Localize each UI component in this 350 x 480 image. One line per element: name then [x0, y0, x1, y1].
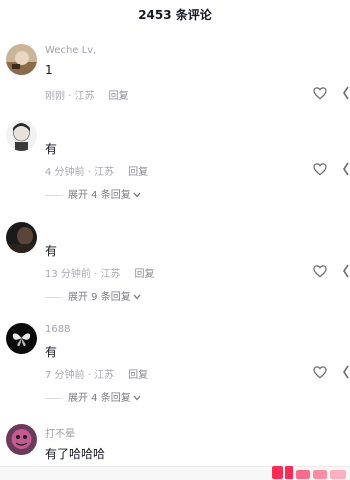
comment-text: 有	[45, 345, 58, 359]
heart-outline-icon[interactable]	[312, 364, 328, 380]
expand-replies-button[interactable]: 展开 4 条回复	[45, 186, 141, 201]
more-icon[interactable]	[342, 161, 350, 177]
comment-text: 有	[45, 244, 58, 258]
comment-time-location: 4 分钟前 · 江苏	[45, 167, 115, 178]
comment-meta: 4 分钟前 · 江苏 回复	[45, 163, 148, 178]
comment-username[interactable]: 打不晕	[45, 425, 75, 440]
chevron-down-icon	[133, 192, 141, 198]
comment-username[interactable]: Weche Lv,	[45, 45, 96, 56]
reply-button[interactable]: 回复	[134, 269, 154, 280]
more-icon[interactable]	[342, 364, 350, 380]
reply-button[interactable]: 回复	[128, 167, 148, 178]
avatar[interactable]	[6, 120, 37, 151]
chevron-down-icon	[133, 294, 141, 300]
expand-divider	[45, 397, 63, 399]
heart-outline-icon[interactable]	[312, 263, 328, 279]
avatar[interactable]	[6, 222, 37, 253]
avatar[interactable]	[6, 424, 37, 455]
comment-meta: 13 分钟前 · 江苏 回复	[45, 265, 154, 280]
more-icon[interactable]	[342, 263, 350, 279]
chevron-down-icon	[133, 395, 141, 401]
comment-time-location: 13 分钟前 · 江苏	[45, 269, 121, 280]
expand-replies-label: 展开 9 条回复	[68, 292, 131, 303]
comment-text: 有了哈哈哈	[45, 447, 106, 461]
comments-count-title: 2453 条评论	[138, 8, 212, 22]
comment-time-location: 7 分钟前 · 江苏	[45, 370, 115, 381]
expand-divider	[45, 194, 63, 196]
expand-replies-label: 展开 4 条回复	[68, 393, 131, 404]
watermark-logo	[272, 466, 346, 479]
avatar[interactable]	[6, 44, 37, 75]
avatar[interactable]	[6, 323, 37, 354]
expand-replies-label: 展开 4 条回复	[68, 190, 131, 201]
comments-panel: 2453 条评论 Weche Lv, 1 刚刚 · 江苏 回复 有 4 分钟前 …	[0, 0, 350, 480]
comment-time-location: 刚刚 · 江苏	[45, 91, 95, 102]
more-icon[interactable]	[342, 85, 350, 101]
heart-outline-icon[interactable]	[312, 85, 328, 101]
reply-button[interactable]: 回复	[128, 370, 148, 381]
comment-meta: 刚刚 · 江苏 回复	[45, 87, 129, 102]
comment-meta: 7 分钟前 · 江苏 回复	[45, 366, 148, 381]
expand-divider	[45, 296, 63, 298]
comment-text: 有	[45, 142, 58, 156]
reply-button[interactable]: 回复	[109, 91, 129, 102]
heart-outline-icon[interactable]	[312, 161, 328, 177]
comment-username[interactable]: 1688	[45, 324, 70, 335]
expand-replies-button[interactable]: 展开 4 条回复	[45, 389, 141, 404]
expand-replies-button[interactable]: 展开 9 条回复	[45, 288, 141, 303]
comment-text: 1	[45, 63, 53, 77]
